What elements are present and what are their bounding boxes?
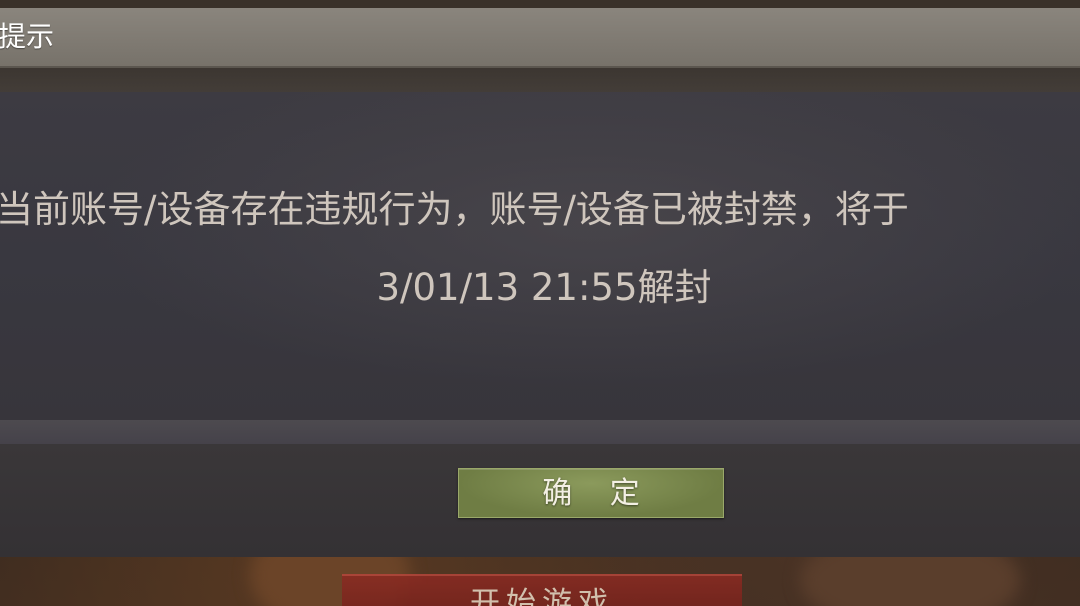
- ban-message-line-2: 3/01/13 21:55解封: [376, 266, 712, 309]
- start-game-button[interactable]: 开始游戏: [342, 574, 742, 606]
- confirm-button[interactable]: 确 定: [458, 468, 724, 518]
- dialog-title: 提示: [0, 20, 55, 53]
- dialog-body: [0, 92, 1080, 420]
- ban-message-line-1: 当前账号/设备存在违规行为，账号/设备已被封禁，将于: [0, 188, 909, 231]
- dialog-separator: [0, 68, 1080, 92]
- game-screen: 开始游戏 提示 当前账号/设备存在违规行为，账号/设备已被封禁，将于 3/01/…: [0, 0, 1080, 606]
- dialog-header: 提示: [0, 8, 1080, 68]
- dialog-body-edge: [0, 420, 1080, 444]
